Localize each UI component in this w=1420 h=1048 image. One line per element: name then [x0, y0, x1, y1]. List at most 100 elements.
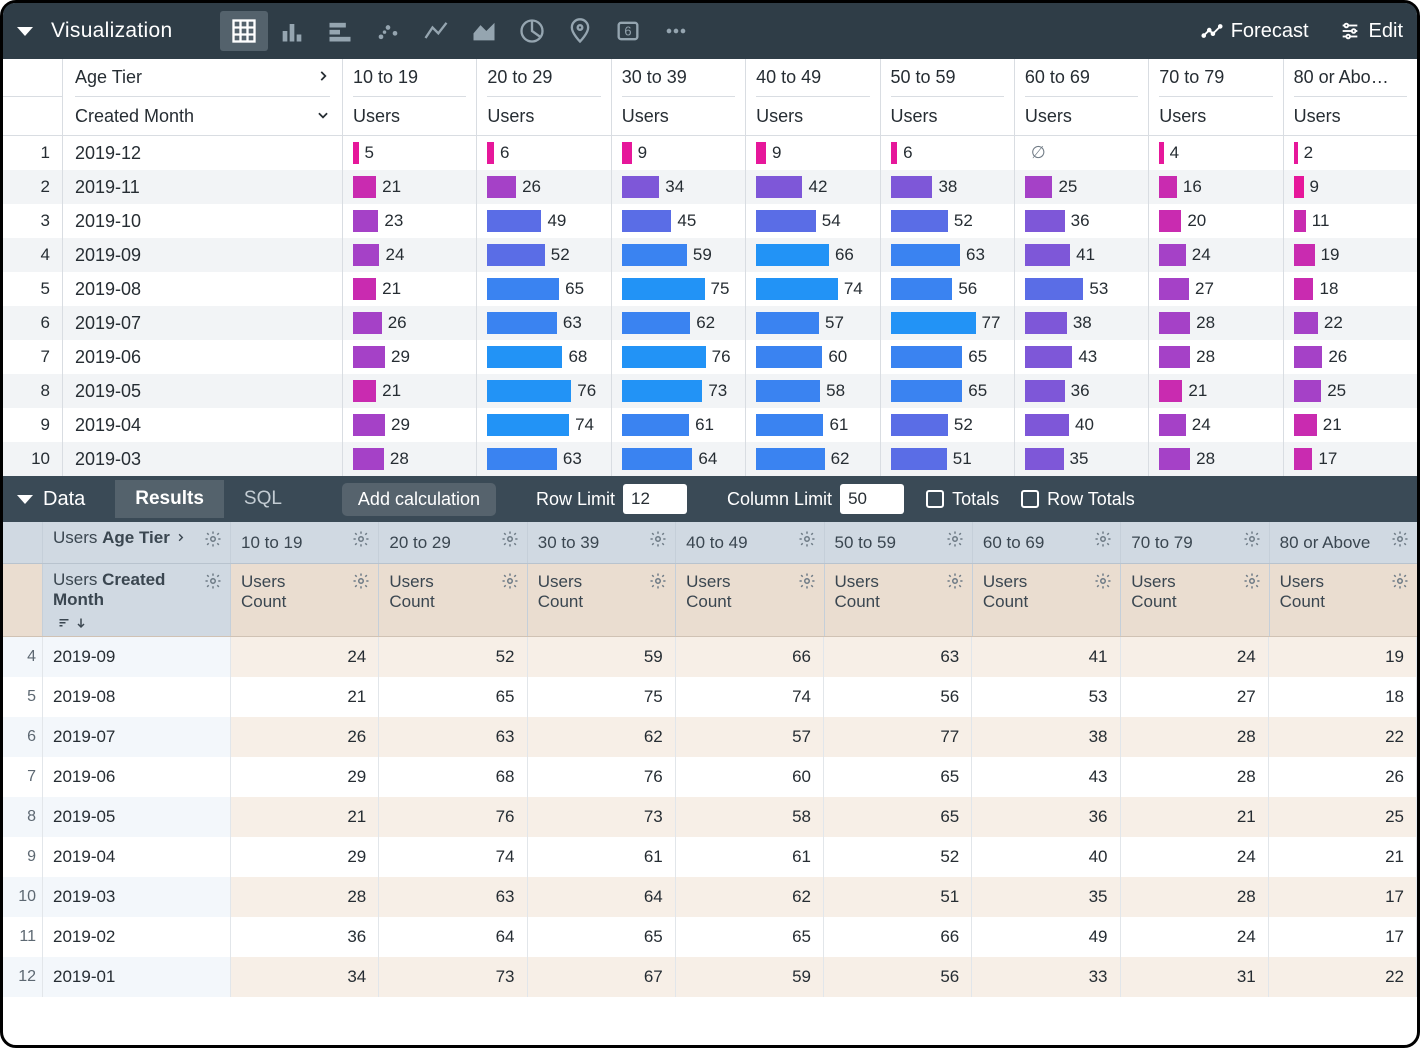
row-number: 6: [3, 306, 63, 340]
value-cell: 65: [824, 797, 972, 837]
value-cell: 28: [1121, 757, 1269, 797]
bar: [487, 414, 569, 436]
viz-type-more-icon[interactable]: [652, 11, 700, 51]
viz-type-line-icon[interactable]: [412, 11, 460, 51]
value-cell: 26: [231, 717, 379, 757]
age-bucket-header[interactable]: 20 to 29: [487, 67, 552, 88]
pivot-header[interactable]: Age Tier: [75, 59, 330, 97]
data-measure-header[interactable]: UsersCount: [1121, 564, 1269, 636]
month-cell: 2019-09: [43, 637, 231, 677]
gear-icon[interactable]: [1391, 572, 1409, 594]
gear-icon[interactable]: [649, 572, 667, 594]
value-cell: 34: [231, 957, 379, 997]
value-cell: 56: [824, 677, 972, 717]
value-cell: 76: [528, 757, 676, 797]
age-bucket-header[interactable]: 70 to 79: [1159, 67, 1224, 88]
age-bucket-header[interactable]: 50 to 59: [891, 67, 956, 88]
viz-type-bar-icon[interactable]: [316, 11, 364, 51]
gear-icon[interactable]: [1243, 530, 1261, 552]
gear-icon[interactable]: [798, 530, 816, 552]
viz-type-table-icon[interactable]: [220, 11, 268, 51]
value-cell: 53: [972, 677, 1120, 717]
dimension-header[interactable]: Created Month: [75, 97, 330, 135]
data-age-header[interactable]: 50 to 59: [825, 522, 973, 563]
gear-icon[interactable]: [501, 572, 519, 594]
value-cell: 24: [1149, 238, 1283, 272]
tab-results[interactable]: Results: [115, 480, 224, 518]
bar: [1294, 312, 1318, 334]
totals-checkbox[interactable]: [926, 490, 944, 508]
data-age-header[interactable]: 60 to 69: [973, 522, 1121, 563]
age-bucket-header[interactable]: 10 to 19: [353, 67, 418, 88]
viz-type-single-value-icon[interactable]: 6: [604, 11, 652, 51]
row-number: 5: [3, 677, 43, 717]
gear-icon[interactable]: [1391, 530, 1409, 552]
viz-type-map-icon[interactable]: [556, 11, 604, 51]
gear-icon[interactable]: [352, 572, 370, 594]
value-cell: 28: [1149, 340, 1283, 374]
data-measure-header[interactable]: UsersCount: [1270, 564, 1417, 636]
forecast-button[interactable]: Forecast: [1201, 20, 1309, 43]
viz-type-column-icon[interactable]: [268, 11, 316, 51]
collapse-caret-icon[interactable]: [17, 27, 33, 36]
age-bucket-header[interactable]: 60 to 69: [1025, 67, 1090, 88]
data-measure-header[interactable]: UsersCount: [825, 564, 973, 636]
viz-type-scatter-icon[interactable]: [364, 11, 412, 51]
measure-label: Users: [756, 106, 803, 127]
value-cell: 38: [972, 717, 1120, 757]
row-number: 2: [3, 170, 63, 204]
gear-icon[interactable]: [649, 530, 667, 552]
bar: [487, 210, 541, 232]
data-age-header[interactable]: 10 to 19: [231, 522, 379, 563]
bar: [1025, 312, 1067, 334]
gear-icon[interactable]: [352, 530, 370, 552]
value-cell: 35: [972, 877, 1120, 917]
gear-icon[interactable]: [204, 530, 222, 552]
age-bucket-header[interactable]: 30 to 39: [622, 67, 687, 88]
data-measure-header[interactable]: UsersCount: [379, 564, 527, 636]
data-measure-header[interactable]: UsersCount: [676, 564, 824, 636]
gear-icon[interactable]: [1094, 572, 1112, 594]
collapse-caret-icon[interactable]: [17, 495, 33, 504]
gear-icon[interactable]: [1243, 572, 1261, 594]
add-calculation-button[interactable]: Add calculation: [342, 483, 496, 516]
gear-icon[interactable]: [204, 572, 222, 594]
value-cell: 66: [746, 238, 880, 272]
gear-icon[interactable]: [1094, 530, 1112, 552]
column-limit-input[interactable]: [840, 484, 904, 514]
gear-icon[interactable]: [946, 530, 964, 552]
data-age-header[interactable]: 80 or Above: [1270, 522, 1417, 563]
value-cell: 57: [746, 306, 880, 340]
value-cell: 40: [1015, 408, 1149, 442]
value-cell: 16: [1149, 170, 1283, 204]
data-toolbar: Data Results SQL Add calculation Row Lim…: [3, 476, 1417, 522]
age-bucket-header[interactable]: 40 to 49: [756, 67, 821, 88]
tab-sql[interactable]: SQL: [224, 480, 302, 518]
edit-button[interactable]: Edit: [1339, 20, 1403, 43]
data-pivot-header[interactable]: Users Age Tier: [43, 522, 231, 563]
value-cell: 52: [881, 408, 1015, 442]
gear-icon[interactable]: [946, 572, 964, 594]
value-cell: 25: [1015, 170, 1149, 204]
data-age-header[interactable]: 30 to 39: [528, 522, 676, 563]
viz-row: 62019-072663625777382822: [3, 306, 1417, 340]
data-measure-header[interactable]: UsersCount: [973, 564, 1121, 636]
gear-icon[interactable]: [501, 530, 519, 552]
data-age-header[interactable]: 20 to 29: [379, 522, 527, 563]
measure-label: Users: [1159, 106, 1206, 127]
data-age-header[interactable]: 70 to 79: [1121, 522, 1269, 563]
data-dimension-header[interactable]: Users Created Month: [43, 564, 231, 636]
value-cell: 29: [231, 837, 379, 877]
value-cell: 21: [343, 272, 477, 306]
age-bucket-header[interactable]: 80 or Abo…: [1294, 67, 1389, 88]
gear-icon[interactable]: [798, 572, 816, 594]
value-cell: 21: [1149, 374, 1283, 408]
data-measure-header[interactable]: UsersCount: [231, 564, 379, 636]
viz-type-pie-icon[interactable]: [508, 11, 556, 51]
row-totals-checkbox[interactable]: [1021, 490, 1039, 508]
month-cell: 2019-01: [43, 957, 231, 997]
row-limit-input[interactable]: [623, 484, 687, 514]
data-age-header[interactable]: 40 to 49: [676, 522, 824, 563]
data-measure-header[interactable]: UsersCount: [528, 564, 676, 636]
viz-type-area-icon[interactable]: [460, 11, 508, 51]
